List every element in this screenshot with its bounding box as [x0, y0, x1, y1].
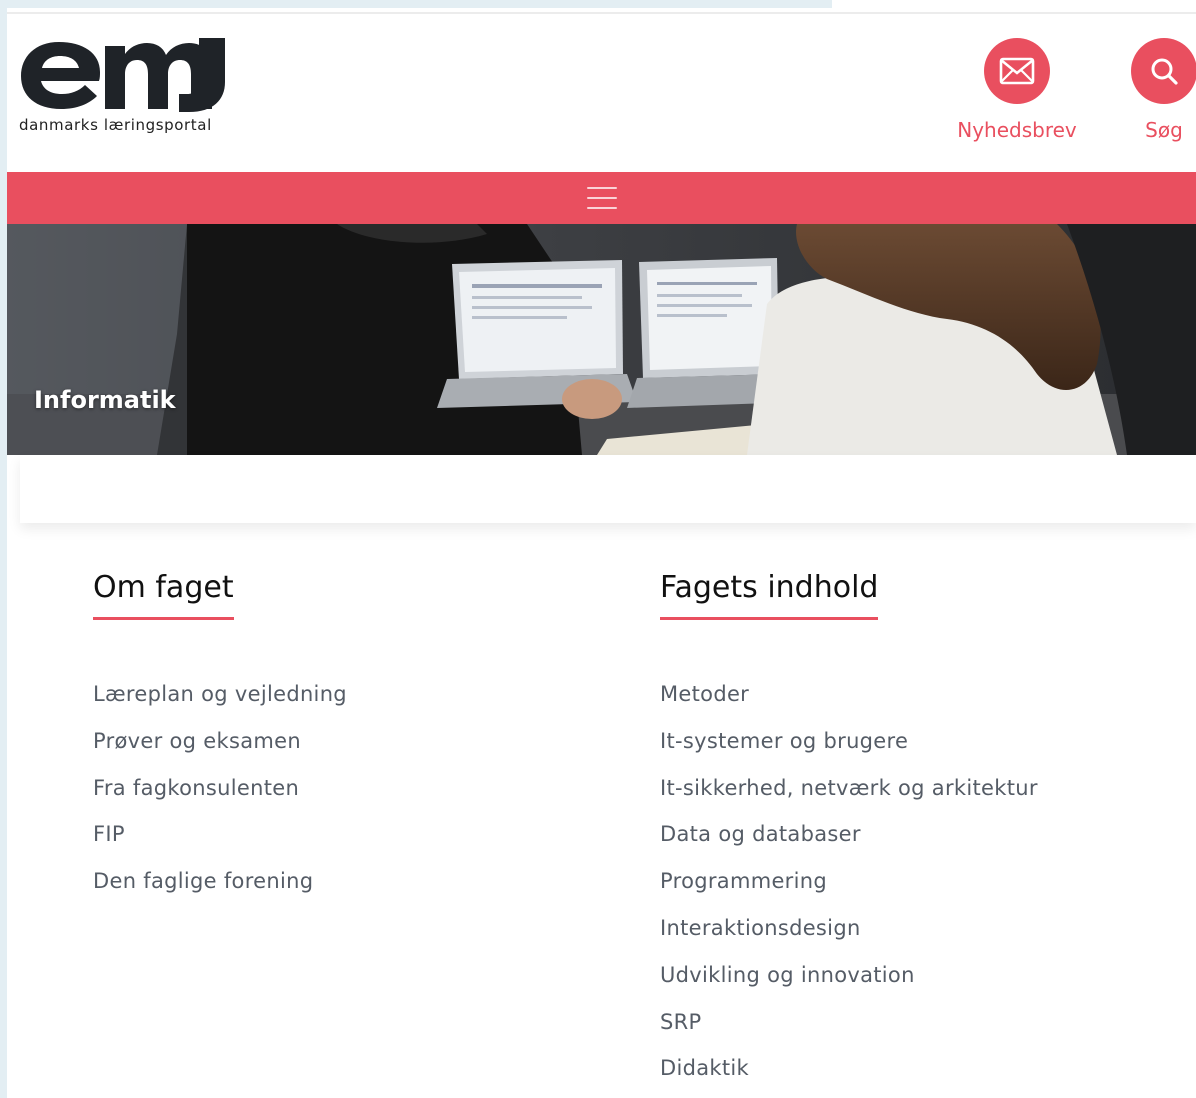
hero-banner: Informatik: [7, 224, 1196, 455]
list-item: SRP: [660, 1010, 1180, 1057]
logo-tagline: danmarks læringsportal: [19, 116, 212, 134]
om-faget-list: Læreplan og vejledning Prøver og eksamen…: [93, 682, 573, 916]
link-metoder[interactable]: Metoder: [660, 682, 749, 706]
list-item: Udvikling og innovation: [660, 963, 1180, 1010]
om-faget-section: Om faget Læreplan og vejledning Prøver o…: [93, 570, 573, 916]
om-faget-heading: Om faget: [93, 570, 234, 620]
content-card: [20, 455, 1196, 523]
newsletter-circle: [984, 38, 1050, 104]
emu-logo[interactable]: danmarks læringsportal: [19, 36, 229, 151]
newsletter-button[interactable]: Nyhedsbrev: [952, 38, 1082, 142]
list-item: Interaktionsdesign: [660, 916, 1180, 963]
menu-icon[interactable]: [586, 187, 617, 209]
fagets-indhold-heading: Fagets indhold: [660, 570, 879, 620]
link-didaktik[interactable]: Didaktik: [660, 1056, 749, 1080]
search-icon: [1151, 58, 1178, 85]
link-laereplan[interactable]: Læreplan og vejledning: [93, 682, 347, 706]
site-header: danmarks læringsportal Nyhedsbrev Søg: [7, 14, 1196, 172]
envelope-icon: [999, 57, 1035, 85]
page: danmarks læringsportal Nyhedsbrev Søg In…: [0, 0, 1196, 1098]
list-item: It-sikkerhed, netværk og arkitektur: [660, 776, 1180, 823]
search-button[interactable]: Søg: [1131, 38, 1196, 142]
list-item: Prøver og eksamen: [93, 729, 573, 776]
search-circle: [1131, 38, 1196, 104]
newsletter-label: Nyhedsbrev: [957, 118, 1077, 142]
list-item: Den faglige forening: [93, 869, 573, 916]
link-faglige-forening[interactable]: Den faglige forening: [93, 869, 313, 893]
list-item: It-systemer og brugere: [660, 729, 1180, 776]
link-programmering[interactable]: Programmering: [660, 869, 827, 893]
emu-logo-mark: [21, 38, 225, 112]
list-item: Programmering: [660, 869, 1180, 916]
main-nav-bar: [7, 172, 1196, 224]
link-prover-eksamen[interactable]: Prøver og eksamen: [93, 729, 301, 753]
link-srp[interactable]: SRP: [660, 1010, 702, 1034]
link-it-sikkerhed[interactable]: It-sikkerhed, netværk og arkitektur: [660, 776, 1038, 800]
search-label: Søg: [1145, 118, 1183, 142]
link-interaktionsdesign[interactable]: Interaktionsdesign: [660, 916, 861, 940]
page-title: Informatik: [34, 386, 176, 414]
top-edge-strip: [0, 0, 832, 8]
link-data-databaser[interactable]: Data og databaser: [660, 822, 861, 846]
list-item: Metoder: [660, 682, 1180, 729]
list-item: FIP: [93, 822, 573, 869]
link-fagkonsulenten[interactable]: Fra fagkonsulenten: [93, 776, 299, 800]
link-fip[interactable]: FIP: [93, 822, 125, 846]
list-item: Læreplan og vejledning: [93, 682, 573, 729]
link-udvikling-innovation[interactable]: Udvikling og innovation: [660, 963, 915, 987]
hero-photo: [7, 224, 1196, 455]
left-edge-strip: [0, 0, 7, 1098]
list-item: Didaktik: [660, 1056, 1180, 1098]
fagets-indhold-section: Fagets indhold Metoder It-systemer og br…: [660, 570, 1180, 1098]
list-item: Fra fagkonsulenten: [93, 776, 573, 823]
link-it-systemer[interactable]: It-systemer og brugere: [660, 729, 908, 753]
fagets-indhold-list: Metoder It-systemer og brugere It-sikker…: [660, 682, 1180, 1098]
list-item: Data og databaser: [660, 822, 1180, 869]
